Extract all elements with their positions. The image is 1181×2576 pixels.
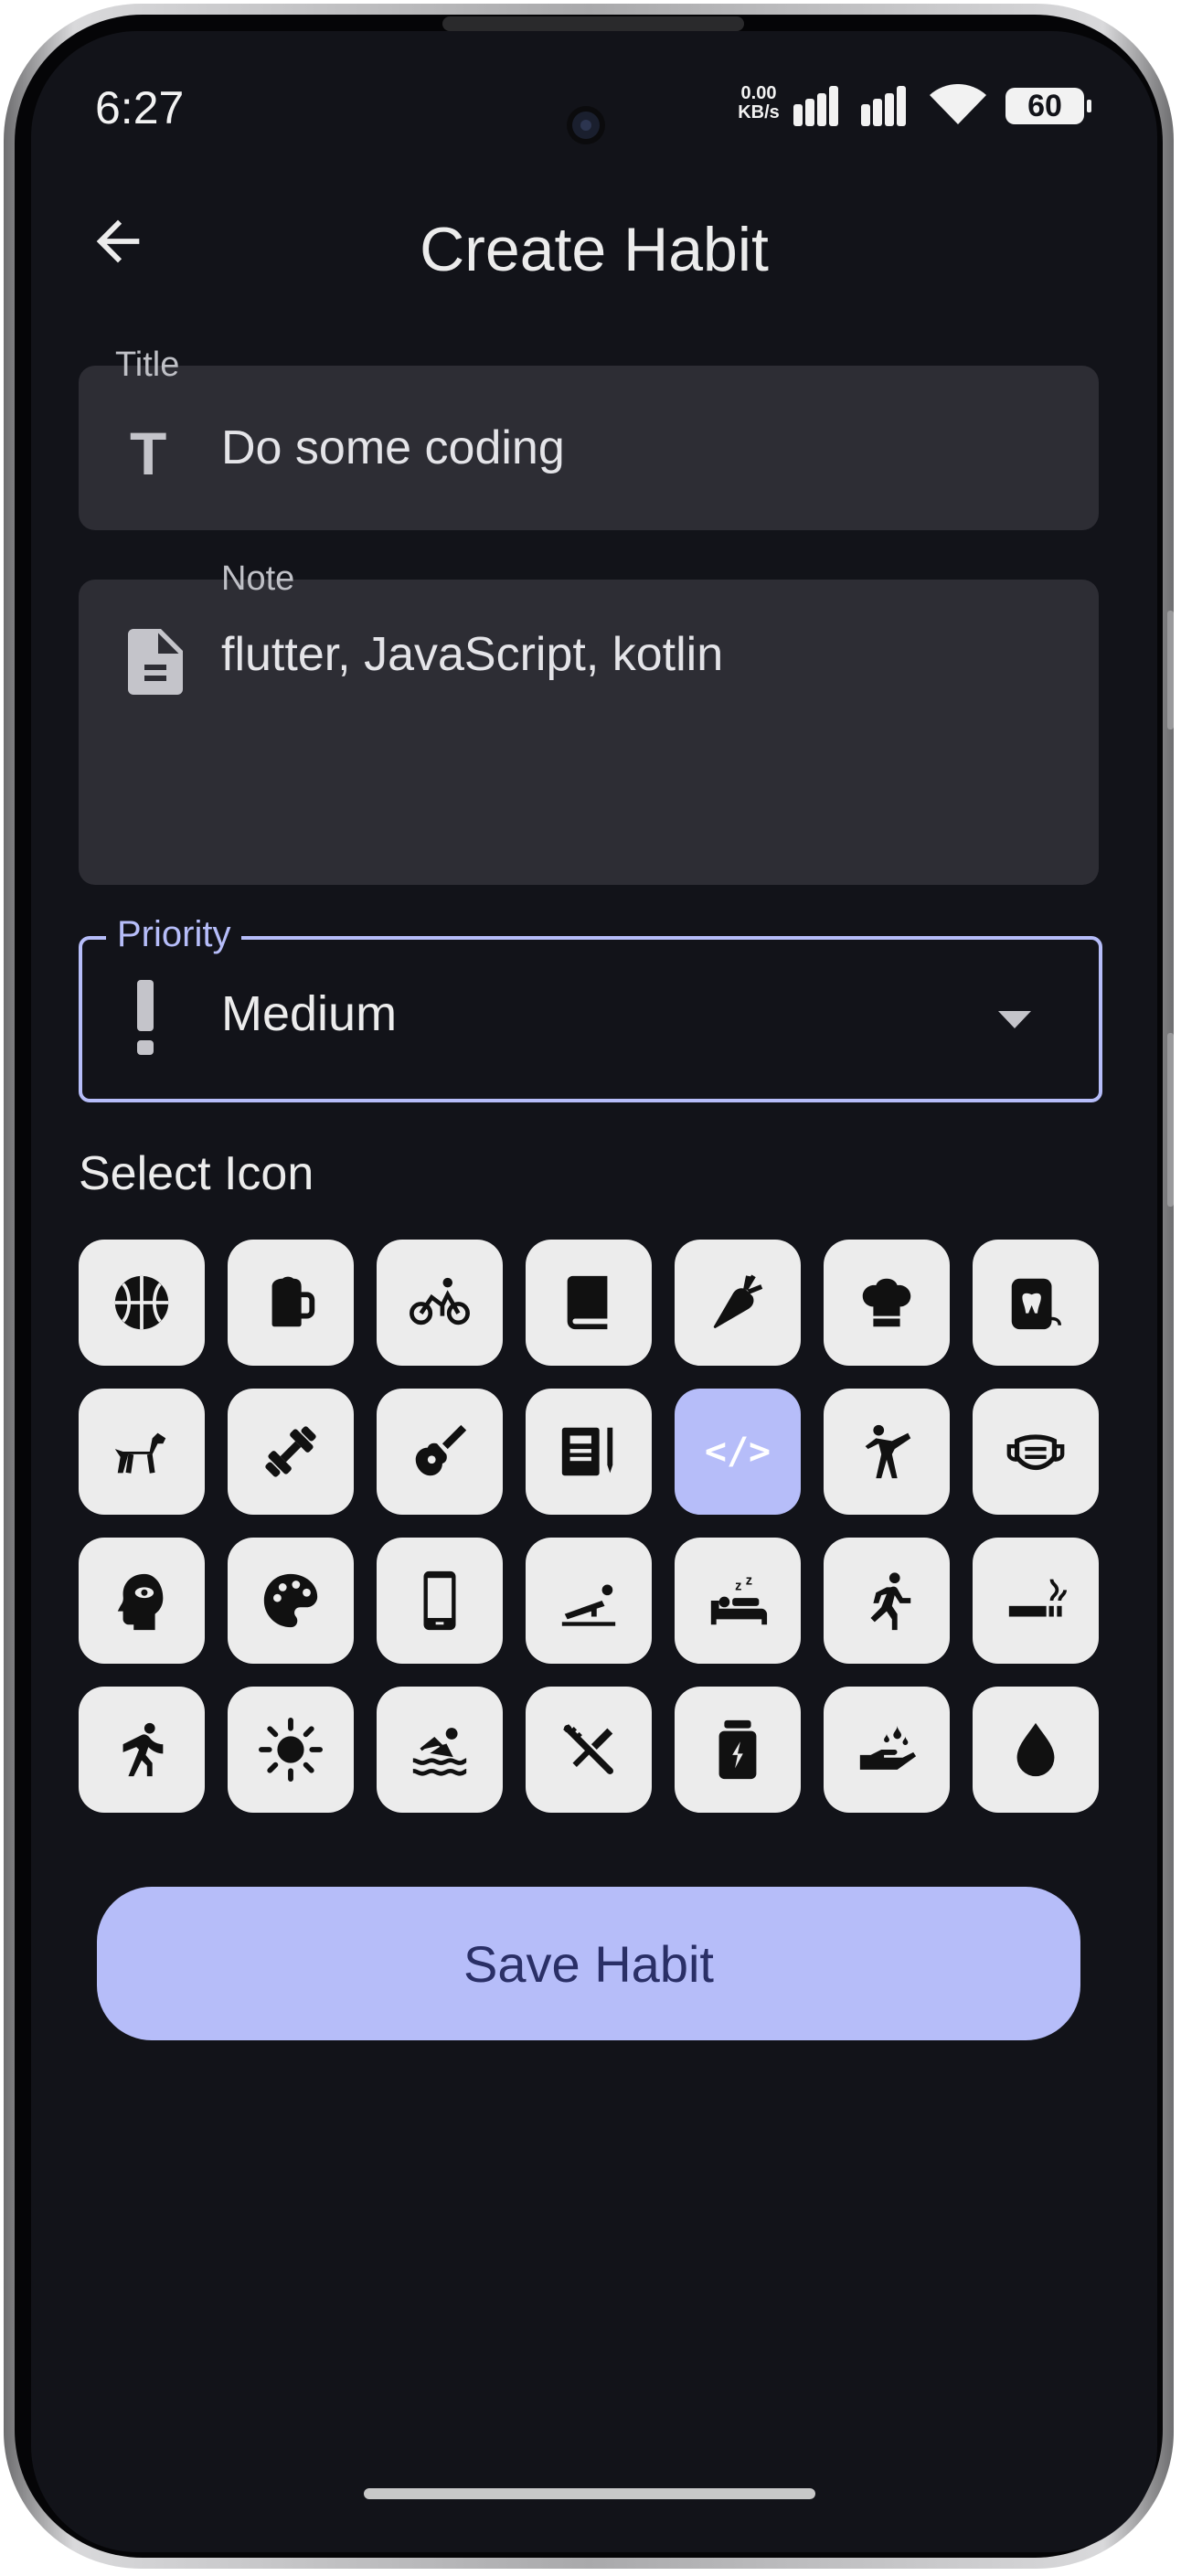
priority-dropdown[interactable]: Priority Medium bbox=[79, 914, 1102, 1102]
dog-icon bbox=[114, 1432, 166, 1474]
arrow-drop-down-icon[interactable] bbox=[998, 1011, 1031, 1028]
supplements-icon bbox=[718, 1719, 757, 1780]
battery-indicator: 60 bbox=[1005, 88, 1091, 124]
icon-option-sun[interactable] bbox=[228, 1687, 354, 1813]
signal-icon bbox=[861, 86, 906, 126]
sleep-icon: zz bbox=[710, 1574, 768, 1625]
icon-option-sleep[interactable]: zz bbox=[675, 1538, 801, 1664]
journal-icon bbox=[561, 1427, 613, 1476]
basketball-icon bbox=[114, 1275, 169, 1330]
title-field[interactable]: Title T Do some coding bbox=[79, 346, 1099, 530]
page-title: Create Habit bbox=[420, 215, 769, 284]
sun-icon bbox=[259, 1718, 323, 1782]
volume-button bbox=[1167, 611, 1174, 729]
icon-option-dumbbell[interactable] bbox=[228, 1389, 354, 1515]
svg-text:z: z bbox=[735, 1579, 741, 1593]
mindfulness-icon bbox=[117, 1573, 164, 1631]
note-field[interactable]: Note flutter, JavaScript, kotlin bbox=[79, 559, 1099, 885]
icon-option-basketball[interactable] bbox=[79, 1240, 205, 1366]
home-indicator[interactable] bbox=[364, 2488, 815, 2499]
note-field-value[interactable]: flutter, JavaScript, kotlin bbox=[221, 627, 723, 682]
face-mask-icon bbox=[1006, 1434, 1065, 1471]
dental-floss-icon bbox=[1011, 1278, 1061, 1330]
icon-option-book[interactable] bbox=[526, 1240, 652, 1366]
power-button bbox=[1167, 1033, 1174, 1207]
smoking-icon bbox=[1008, 1579, 1067, 1617]
icon-option-running[interactable] bbox=[824, 1538, 950, 1664]
icon-option-code[interactable]: </> bbox=[675, 1389, 801, 1515]
cycling-icon bbox=[410, 1277, 470, 1325]
icon-option-carrot[interactable] bbox=[675, 1240, 801, 1366]
icon-option-journal[interactable] bbox=[526, 1389, 652, 1515]
icon-option-plank[interactable] bbox=[526, 1538, 652, 1664]
description-icon bbox=[128, 629, 183, 695]
wifi-icon bbox=[930, 84, 986, 124]
icon-option-smoking[interactable] bbox=[973, 1538, 1099, 1664]
phone-frame: 6:27 0.00 KB/s 60 Create Habit Title T D… bbox=[4, 4, 1174, 2569]
priority-value: Medium bbox=[221, 986, 398, 1041]
icon-option-guitar[interactable] bbox=[377, 1389, 503, 1515]
icon-option-toothbrush[interactable] bbox=[526, 1687, 652, 1813]
icon-option-supplements[interactable] bbox=[675, 1687, 801, 1813]
priority-label: Priority bbox=[106, 914, 242, 955]
code-icon: </> bbox=[704, 1431, 771, 1473]
icon-option-palette[interactable] bbox=[228, 1538, 354, 1664]
swimming-icon bbox=[412, 1728, 467, 1776]
icon-option-stretching[interactable] bbox=[79, 1687, 205, 1813]
icon-option-dental-floss[interactable] bbox=[973, 1240, 1099, 1366]
select-icon-label: Select Icon bbox=[79, 1147, 314, 1200]
net-speed-value: 0.00 bbox=[740, 83, 777, 103]
signal-icon bbox=[793, 86, 838, 126]
chef-hat-icon bbox=[862, 1278, 911, 1327]
guitar-icon bbox=[415, 1424, 467, 1476]
palette-icon bbox=[263, 1573, 318, 1628]
screen: 6:27 0.00 KB/s 60 Create Habit Title T D… bbox=[31, 31, 1157, 2552]
front-camera bbox=[572, 112, 600, 139]
status-time: 6:27 bbox=[95, 82, 185, 133]
icon-option-cycling[interactable] bbox=[377, 1240, 503, 1366]
stretching-icon bbox=[122, 1722, 164, 1777]
svg-text:z: z bbox=[746, 1574, 752, 1589]
plank-icon bbox=[561, 1584, 616, 1626]
martial-arts-icon bbox=[865, 1424, 911, 1479]
note-field-label: Note bbox=[221, 559, 295, 598]
net-speed: 0.00 KB/s bbox=[731, 84, 786, 122]
icon-option-chef-hat[interactable] bbox=[824, 1240, 950, 1366]
title-field-label: Title bbox=[115, 346, 180, 384]
text-fields-icon: T bbox=[130, 420, 167, 487]
beer-icon bbox=[271, 1276, 315, 1327]
icon-option-water-drop[interactable] bbox=[973, 1687, 1099, 1813]
dumbbell-icon bbox=[265, 1426, 316, 1477]
earpiece bbox=[442, 16, 744, 31]
hand-wash-icon bbox=[859, 1725, 917, 1770]
icon-option-hand-wash[interactable] bbox=[824, 1687, 950, 1813]
carrot-icon bbox=[713, 1274, 763, 1328]
save-habit-button[interactable]: Save Habit bbox=[97, 1887, 1080, 2040]
icon-option-mindfulness[interactable] bbox=[79, 1538, 205, 1664]
icon-option-swimming[interactable] bbox=[377, 1687, 503, 1813]
icon-option-beer[interactable] bbox=[228, 1240, 354, 1366]
running-icon bbox=[870, 1572, 911, 1631]
net-speed-unit: KB/s bbox=[738, 102, 780, 122]
toothbrush-icon bbox=[563, 1724, 613, 1774]
book-icon bbox=[567, 1275, 608, 1330]
title-field-value[interactable]: Do some coding bbox=[221, 420, 565, 475]
priority-high-icon bbox=[137, 980, 154, 1055]
icon-option-face-mask[interactable] bbox=[973, 1389, 1099, 1515]
smartphone-icon bbox=[423, 1570, 456, 1631]
icon-option-martial-arts[interactable] bbox=[824, 1389, 950, 1515]
icon-option-dog[interactable] bbox=[79, 1389, 205, 1515]
icon-option-smartphone[interactable] bbox=[377, 1538, 503, 1664]
water-drop-icon bbox=[1016, 1722, 1055, 1777]
